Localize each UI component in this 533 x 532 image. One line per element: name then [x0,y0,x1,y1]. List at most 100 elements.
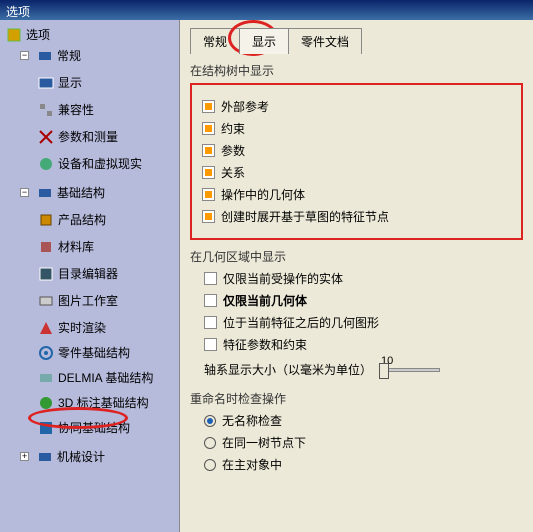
tree-label: 零件基础结构 [58,344,130,361]
tab-general[interactable]: 常规 [190,28,240,54]
infra-icon [37,185,53,201]
catalog-icon [38,266,54,282]
collapse-icon[interactable]: − [20,51,29,60]
tree-label: 基础结构 [57,184,105,201]
radio-icon [204,437,216,449]
tree-label: 机械设计 [57,448,105,465]
tree-item-product[interactable]: 产品结构 [2,209,177,230]
chk-label: 参数 [221,142,245,159]
radio-icon [204,459,216,471]
axis-label: 轴系显示大小（以毫米为单位） [204,361,372,378]
content-panel: 常规 显示 零件文档 在结构树中显示 外部参考 约束 参数 关系 操作中的几何体… [180,20,533,532]
tab-part-doc[interactable]: 零件文档 [288,28,362,54]
tree-item-compat[interactable]: 兼容性 [2,99,177,120]
group1-label: 在结构树中显示 [190,62,523,79]
checkbox-icon [202,210,215,223]
tree-label: 实时渲染 [58,319,106,336]
tree-root[interactable]: 选项 [2,24,177,45]
group2-label: 在几何区域中显示 [190,248,523,265]
tree-infra[interactable]: − 基础结构 [2,182,177,203]
tree-label: 协同基础结构 [58,419,130,436]
chk-only-current-geom[interactable]: 仅限当前几何体 [204,292,523,309]
checkbox-icon [204,294,217,307]
tree-item-display[interactable]: 显示 [2,72,177,93]
tree-label: 材料库 [58,238,94,255]
annot-icon [38,395,54,411]
chk-expand-sketch[interactable]: 创建时展开基于草图的特征节点 [202,208,511,225]
nav-tree: 选项 − 常规 显示 兼容性 参数和测量 设备和虚拟现实 − 基础结构 产品结构… [0,20,180,532]
tree-item-catalog[interactable]: 目录编辑器 [2,263,177,284]
photo-icon [38,293,54,309]
chk-label: 仅限当前受操作的实体 [223,270,343,287]
group1-box: 外部参考 约束 参数 关系 操作中的几何体 创建时展开基于草图的特征节点 [190,83,523,240]
gear-icon [37,48,53,64]
tree-general[interactable]: − 常规 [2,45,177,66]
part-icon [38,345,54,361]
chk-label: 创建时展开基于草图的特征节点 [221,208,389,225]
axis-size-row: 轴系显示大小（以毫米为单位） 10 [204,361,523,378]
radio-label: 无名称检查 [222,412,282,429]
axis-slider[interactable]: 10 [380,368,440,372]
chk-only-operated[interactable]: 仅限当前受操作的实体 [204,270,523,287]
collapse-icon[interactable]: − [20,188,29,197]
tree-label: 3D 标注基础结构 [58,394,149,411]
delmia-icon [38,370,54,386]
slider-thumb[interactable] [379,363,389,379]
chk-after-current[interactable]: 位于当前特征之后的几何图形 [204,314,523,331]
tree-item-params[interactable]: 参数和测量 [2,126,177,147]
tree-item-delmia[interactable]: DELMIA 基础结构 [2,367,177,388]
radio-main-obj[interactable]: 在主对象中 [204,456,523,473]
tree-item-photo[interactable]: 图片工作室 [2,290,177,311]
chk-label: 外部参考 [221,98,269,115]
tree-label: 选项 [26,26,50,43]
chk-feature-params[interactable]: 特征参数和约束 [204,336,523,353]
chk-label: 操作中的几何体 [221,186,305,203]
compat-icon [38,102,54,118]
chk-label: 关系 [221,164,245,181]
display-icon [38,75,54,91]
radio-label: 在主对象中 [222,456,282,473]
chk-constraint[interactable]: 约束 [202,120,511,137]
group3-box: 无名称检查 在同一树节点下 在主对象中 [190,412,523,473]
tools-icon [6,27,22,43]
tree-label: 显示 [58,74,82,91]
chk-label: 约束 [221,120,245,137]
tree-item-material[interactable]: 材料库 [2,236,177,257]
checkbox-icon [204,316,217,329]
checkbox-icon [204,338,217,351]
tree-mech[interactable]: + 机械设计 [2,446,177,467]
collab-icon [38,420,54,436]
radio-no-check[interactable]: 无名称检查 [204,412,523,429]
product-icon [38,212,54,228]
chk-external-ref[interactable]: 外部参考 [202,98,511,115]
tree-label: 常规 [57,47,81,64]
tree-label: DELMIA 基础结构 [58,369,153,386]
tree-label: 目录编辑器 [58,265,118,282]
tree-item-realtime[interactable]: 实时渲染 [2,317,177,338]
tree-item-collab[interactable]: 协同基础结构 [2,417,177,438]
tab-display[interactable]: 显示 [239,28,289,54]
tree-label: 设备和虚拟现实 [58,155,142,172]
checkbox-icon [202,122,215,135]
group2-box: 仅限当前受操作的实体 仅限当前几何体 位于当前特征之后的几何图形 特征参数和约束 [190,270,523,353]
checkbox-icon [204,272,217,285]
tab-bar: 常规 显示 零件文档 [190,28,523,54]
expand-icon[interactable]: + [20,452,29,461]
checkbox-icon [202,100,215,113]
radio-label: 在同一树节点下 [222,434,306,451]
radio-same-node[interactable]: 在同一树节点下 [204,434,523,451]
realtime-icon [38,320,54,336]
tree-label: 兼容性 [58,101,94,118]
chk-param[interactable]: 参数 [202,142,511,159]
checkbox-icon [202,166,215,179]
tree-label: 图片工作室 [58,292,118,309]
chk-relation[interactable]: 关系 [202,164,511,181]
tree-item-part-infra[interactable]: 零件基础结构 [2,342,177,363]
vr-icon [38,156,54,172]
tree-item-vr[interactable]: 设备和虚拟现实 [2,153,177,174]
chk-in-work[interactable]: 操作中的几何体 [202,186,511,203]
tree-item-3d-annot[interactable]: 3D 标注基础结构 [2,392,177,413]
chk-label: 特征参数和约束 [223,336,307,353]
mech-icon [37,449,53,465]
titlebar: 选项 [0,0,533,20]
